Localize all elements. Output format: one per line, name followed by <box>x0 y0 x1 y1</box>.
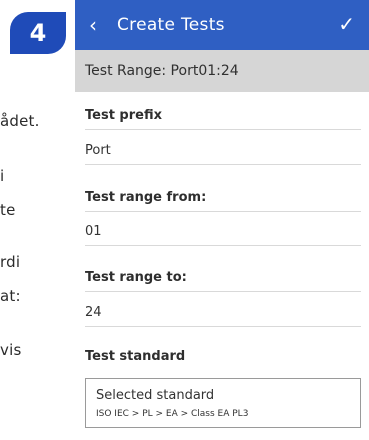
check-icon[interactable]: ✓ <box>338 12 355 36</box>
test-range-summary-text: Test Range: Port01:24 <box>85 63 239 79</box>
divider <box>85 164 361 165</box>
app-bar: ‹ Create Tests ✓ <box>75 0 369 50</box>
divider <box>85 211 361 212</box>
test-range-from-input[interactable]: 01 <box>85 224 102 239</box>
test-range-to-label: Test range to: <box>85 270 187 285</box>
phone-screen: ‹ Create Tests ✓ Test Range: Port01:24 T… <box>75 0 369 440</box>
test-range-to-input[interactable]: 24 <box>85 305 102 320</box>
manual-text-fragment: ådet. <box>0 112 40 130</box>
test-range-from-label: Test range from: <box>85 190 207 205</box>
step-number-badge: 4 <box>10 12 66 54</box>
manual-text-fragment: vis <box>0 341 22 359</box>
divider <box>85 129 361 130</box>
divider <box>85 326 361 327</box>
test-standard-label: Test standard <box>85 349 186 364</box>
selected-standard-box[interactable]: Selected standard ISO IEC > PL > EA > Cl… <box>85 378 361 428</box>
test-prefix-label: Test prefix <box>85 108 162 123</box>
selected-standard-title: Selected standard <box>96 388 215 403</box>
test-range-summary: Test Range: Port01:24 <box>75 50 369 92</box>
manual-text-column: 4 ådet. i te rdi at: vis <box>0 0 75 440</box>
manual-text-fragment: at: <box>0 287 21 305</box>
selected-standard-path: ISO IEC > PL > EA > Class EA PL3 <box>96 409 249 419</box>
screen-title: Create Tests <box>117 15 225 35</box>
chevron-left-icon[interactable]: ‹ <box>89 13 109 37</box>
divider <box>85 291 361 292</box>
divider <box>85 245 361 246</box>
manual-text-fragment: rdi <box>0 253 21 271</box>
test-prefix-input[interactable]: Port <box>85 143 111 158</box>
manual-text-fragment: te <box>0 201 16 219</box>
manual-text-fragment: i <box>0 167 5 185</box>
